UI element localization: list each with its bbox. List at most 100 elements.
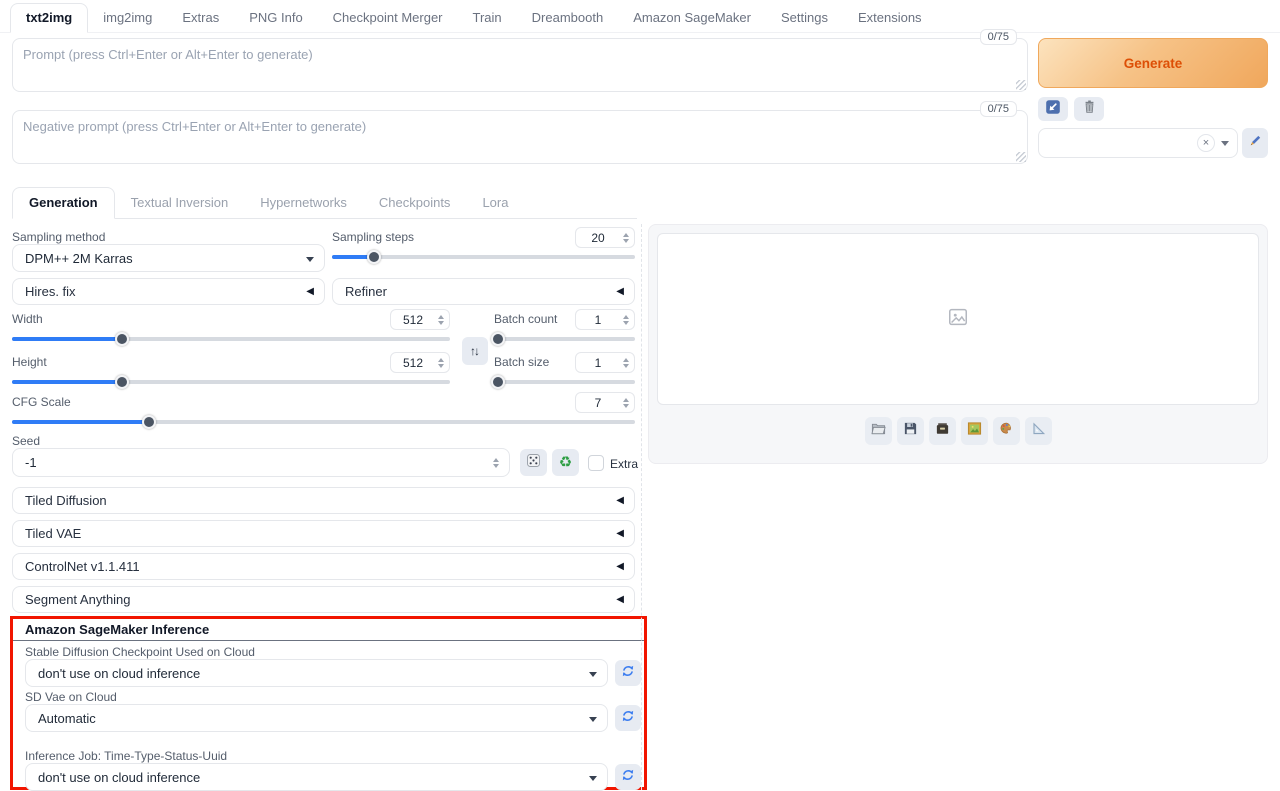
- save-zip-button[interactable]: [929, 417, 956, 445]
- refresh-inference-jobs-button[interactable]: [615, 764, 641, 790]
- seed-input[interactable]: -1: [12, 448, 510, 477]
- slider-knob[interactable]: [491, 375, 505, 389]
- prompt-input[interactable]: [12, 38, 1028, 92]
- tab-img2img[interactable]: img2img: [88, 4, 167, 32]
- send-to-extras-button[interactable]: [1025, 417, 1052, 445]
- section-divider: [13, 640, 644, 641]
- stepper-arrows-icon[interactable]: [435, 358, 449, 368]
- tab-txt2img[interactable]: txt2img: [10, 3, 88, 33]
- slider-knob[interactable]: [115, 375, 129, 389]
- tab-checkpoint-merger[interactable]: Checkpoint Merger: [318, 4, 458, 32]
- slider-knob[interactable]: [491, 332, 505, 346]
- accordion-collapsed-icon: ◀: [616, 286, 624, 297]
- tab-settings[interactable]: Settings: [766, 4, 843, 32]
- stepper-arrows-icon[interactable]: [435, 315, 449, 325]
- slider-track: [494, 337, 635, 341]
- slider-knob[interactable]: [115, 332, 129, 346]
- chevron-down-icon: [306, 257, 314, 262]
- controlnet-accordion[interactable]: ControlNet v1.1.411 ◀: [12, 553, 635, 580]
- sampling-method-value: DPM++ 2M Karras: [25, 251, 133, 266]
- send-to-inpaint-button[interactable]: [993, 417, 1020, 445]
- seed-value: -1: [25, 455, 37, 470]
- stepper-arrows-icon[interactable]: [620, 315, 634, 325]
- extra-seed-checkbox[interactable]: [588, 455, 604, 471]
- image-placeholder-icon: [947, 306, 969, 333]
- sampling-method-dropdown[interactable]: DPM++ 2M Karras: [12, 244, 325, 272]
- sampling-steps-input[interactable]: 20: [575, 227, 635, 248]
- slider-knob[interactable]: [367, 250, 381, 264]
- tab-dreambooth[interactable]: Dreambooth: [517, 4, 619, 32]
- generate-column: Generate ×: [1038, 38, 1268, 88]
- batch-size-input[interactable]: 1: [575, 352, 635, 373]
- save-image-button[interactable]: [897, 417, 924, 445]
- hires-fix-accordion[interactable]: Hires. fix ◀: [12, 278, 325, 305]
- refiner-label: Refiner: [345, 284, 387, 299]
- inference-job-dropdown[interactable]: don't use on cloud inference: [25, 763, 608, 791]
- height-input[interactable]: 512: [390, 352, 450, 373]
- random-seed-button[interactable]: [520, 449, 547, 476]
- refresh-checkpoints-button[interactable]: [615, 660, 641, 686]
- width-slider[interactable]: [12, 332, 450, 346]
- archive-box-icon: [935, 421, 950, 441]
- width-value: 512: [391, 313, 435, 327]
- negative-prompt-input[interactable]: [12, 110, 1028, 164]
- tab-extras[interactable]: Extras: [167, 4, 234, 32]
- picture-frame-icon: [967, 421, 982, 441]
- output-image-area[interactable]: [657, 233, 1259, 405]
- accordion-collapsed-icon: ◀: [616, 594, 624, 605]
- cfg-scale-label: CFG Scale: [12, 395, 71, 409]
- paste-arrow-icon: [1045, 99, 1061, 120]
- inference-job-label: Inference Job: Time-Type-Status-Uuid: [25, 749, 227, 763]
- reuse-seed-button[interactable]: ♻: [552, 449, 579, 476]
- sagemaker-section-heading: Amazon SageMaker Inference: [25, 622, 209, 637]
- refresh-icon: [621, 709, 635, 728]
- refresh-vae-button[interactable]: [615, 705, 641, 731]
- cfg-scale-slider[interactable]: [12, 415, 635, 429]
- open-output-folder-button[interactable]: [865, 417, 892, 445]
- sd-vae-cloud-label: SD Vae on Cloud: [25, 690, 117, 704]
- batch-size-label: Batch size: [494, 355, 549, 369]
- generate-button[interactable]: Generate: [1038, 38, 1268, 88]
- tab-extensions[interactable]: Extensions: [843, 4, 937, 32]
- tiled-diffusion-label: Tiled Diffusion: [25, 493, 107, 508]
- swap-dimensions-button[interactable]: ↑↓: [462, 337, 488, 365]
- batch-count-slider[interactable]: [494, 332, 635, 346]
- cfg-scale-input[interactable]: 7: [575, 392, 635, 413]
- refiner-accordion[interactable]: Refiner ◀: [332, 278, 635, 305]
- width-input[interactable]: 512: [390, 309, 450, 330]
- tiled-vae-accordion[interactable]: Tiled VAE ◀: [12, 520, 635, 547]
- tab-png-info[interactable]: PNG Info: [234, 4, 317, 32]
- clear-prompt-button[interactable]: [1074, 97, 1104, 121]
- sampling-steps-slider[interactable]: [332, 250, 635, 264]
- stepper-arrows-icon[interactable]: [620, 358, 634, 368]
- edit-styles-button[interactable]: [1242, 128, 1268, 158]
- clear-styles-icon[interactable]: ×: [1197, 134, 1215, 152]
- sd-vae-cloud-value: Automatic: [38, 711, 96, 726]
- tab-train[interactable]: Train: [458, 4, 517, 32]
- sd-vae-cloud-dropdown[interactable]: Automatic: [25, 704, 608, 732]
- batch-count-input[interactable]: 1: [575, 309, 635, 330]
- accordion-collapsed-icon: ◀: [306, 286, 314, 297]
- resize-grip-icon[interactable]: [1016, 152, 1026, 162]
- swap-arrows-icon: ↑↓: [470, 344, 478, 358]
- segment-anything-accordion[interactable]: Segment Anything ◀: [12, 586, 635, 613]
- send-to-img2img-button[interactable]: [961, 417, 988, 445]
- sampling-steps-label: Sampling steps: [332, 230, 414, 244]
- paste-generation-params-button[interactable]: [1038, 97, 1068, 121]
- tiled-diffusion-accordion[interactable]: Tiled Diffusion ◀: [12, 487, 635, 514]
- height-slider[interactable]: [12, 375, 450, 389]
- stepper-arrows-icon[interactable]: [620, 233, 634, 243]
- batch-size-slider[interactable]: [494, 375, 635, 389]
- sd-checkpoint-cloud-dropdown[interactable]: don't use on cloud inference: [25, 659, 608, 687]
- tab-amazon-sagemaker[interactable]: Amazon SageMaker: [618, 4, 766, 32]
- stepper-arrows-icon[interactable]: [489, 458, 503, 468]
- stepper-arrows-icon[interactable]: [620, 398, 634, 408]
- styles-row: ×: [1038, 128, 1268, 158]
- chevron-down-icon: [589, 672, 597, 677]
- resize-grip-icon[interactable]: [1016, 80, 1026, 90]
- tiled-vae-label: Tiled VAE: [25, 526, 81, 541]
- floppy-disk-icon: [903, 421, 918, 441]
- slider-knob[interactable]: [142, 415, 156, 429]
- styles-dropdown[interactable]: ×: [1038, 128, 1238, 158]
- folder-icon: [871, 421, 886, 441]
